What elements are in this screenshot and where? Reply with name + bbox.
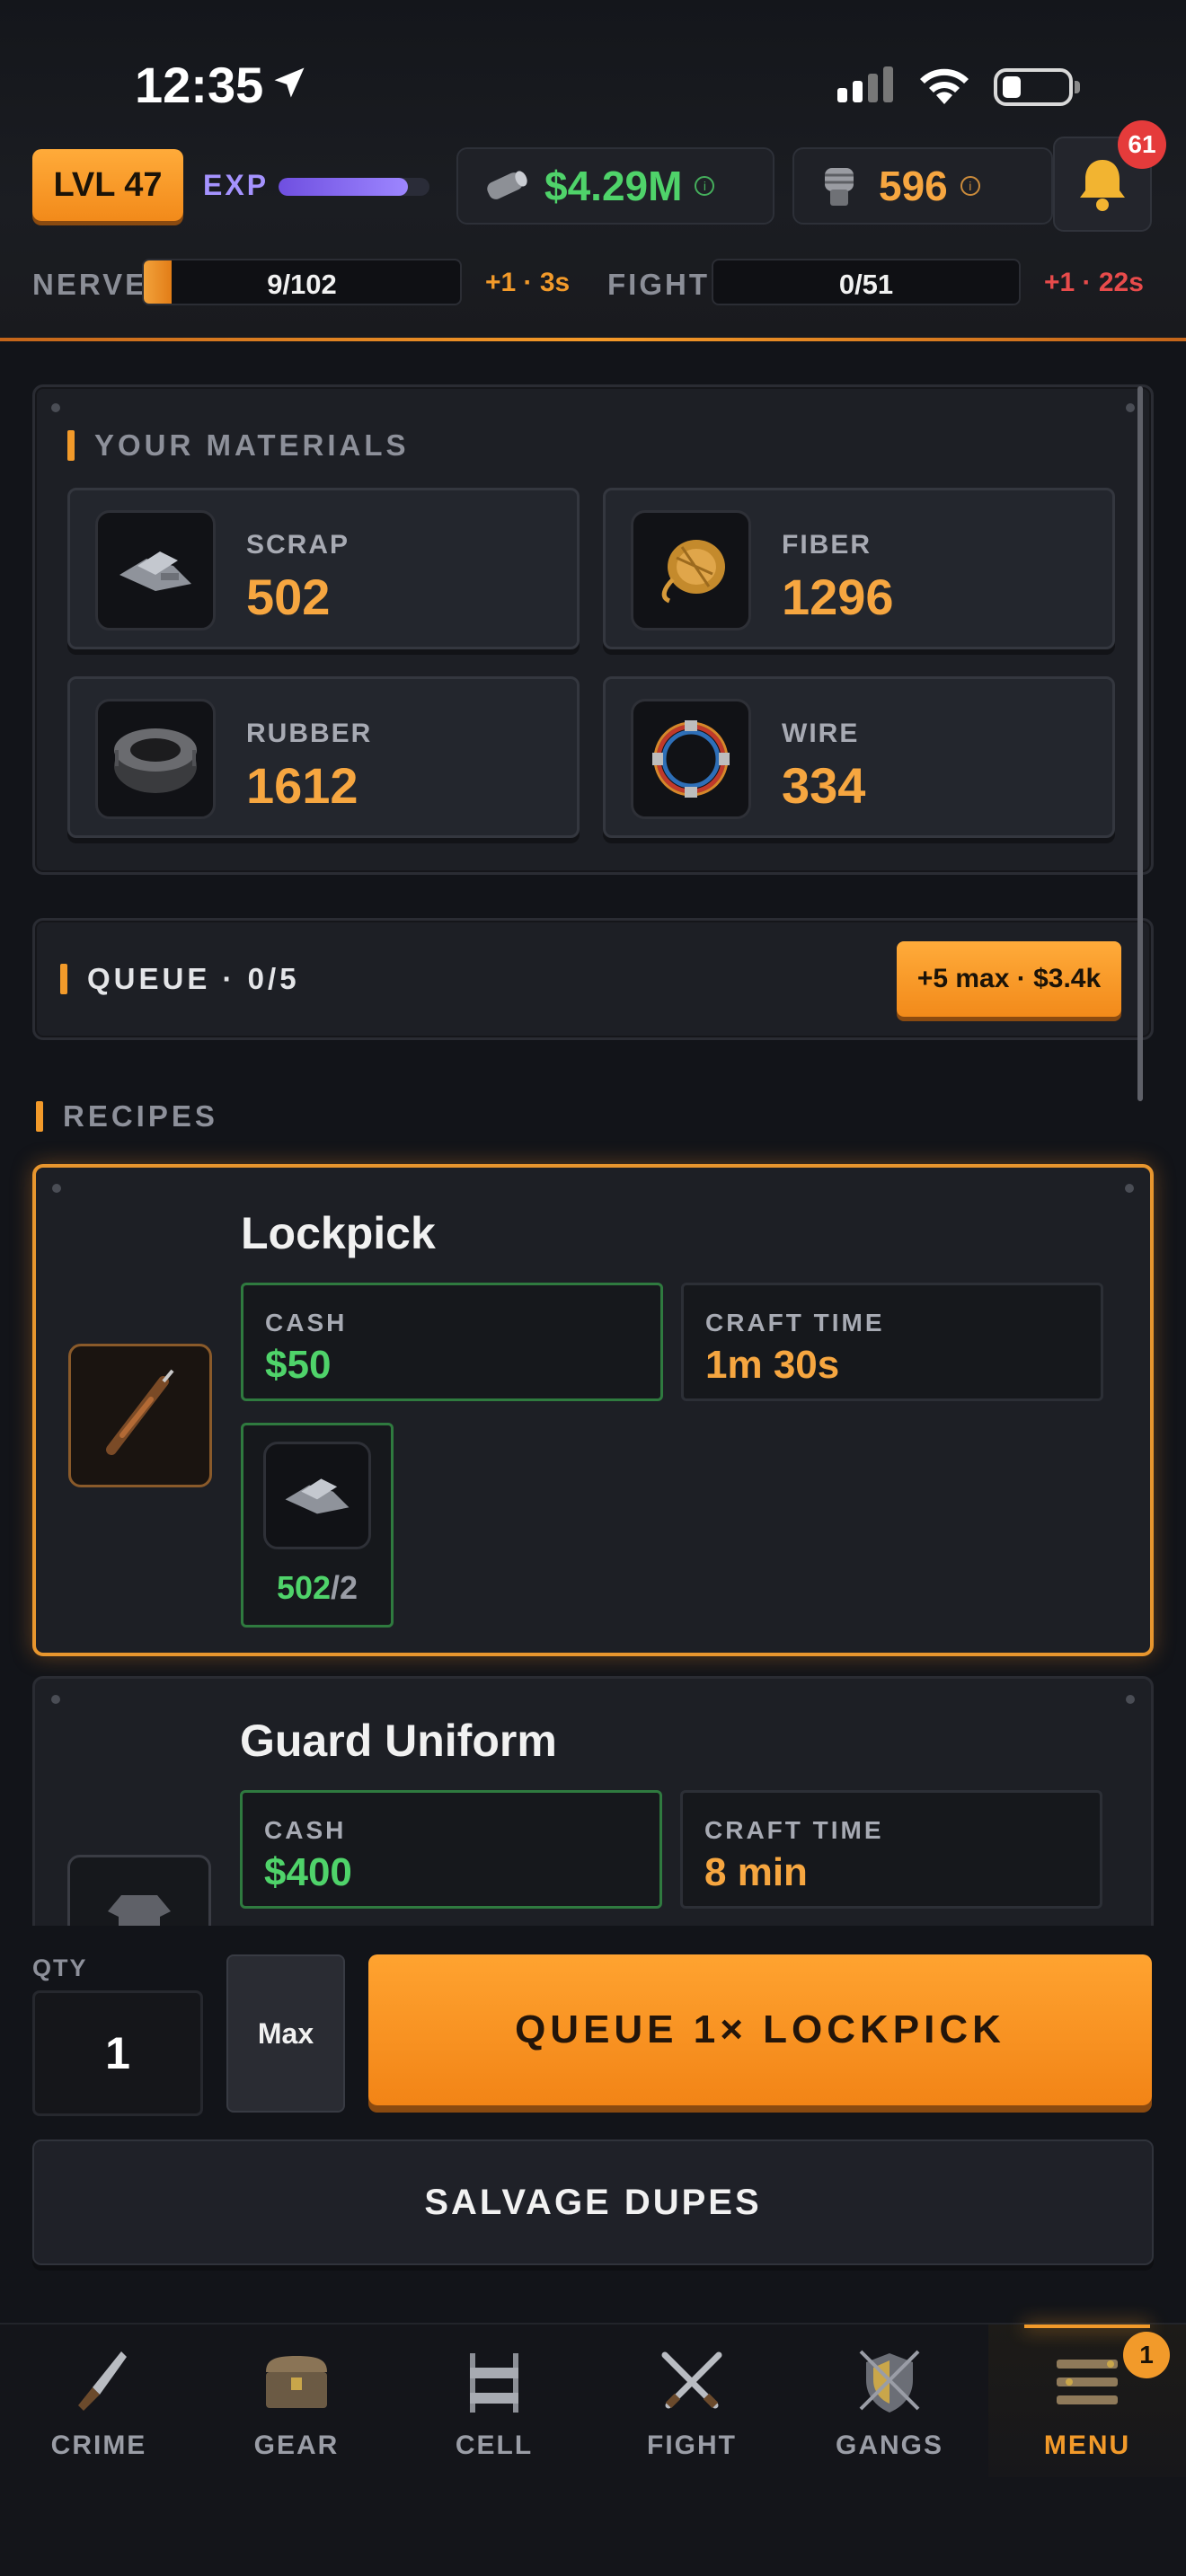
recipes-title: RECIPES	[36, 1099, 218, 1134]
cash-display[interactable]: $4.29M i	[456, 147, 774, 225]
material-count: 334	[782, 757, 866, 814]
strength-value: 596	[879, 163, 948, 209]
material-needed: /2	[331, 1569, 358, 1606]
cost-cash-cell: CASH $400	[240, 1790, 662, 1909]
craft-time-label: CRAFT TIME	[705, 1309, 885, 1337]
level-badge[interactable]: LVL 47	[32, 149, 183, 221]
tire-icon	[95, 699, 216, 819]
expand-queue-button[interactable]: +5 max · $3.4k	[897, 941, 1121, 1017]
craft-time-label: CRAFT TIME	[704, 1816, 884, 1844]
knife-icon	[67, 2344, 130, 2420]
materials-title: YOUR MATERIALS	[67, 428, 410, 463]
tab-label: GANGS	[835, 2430, 943, 2460]
chest-icon	[261, 2344, 332, 2420]
cash-label: CASH	[265, 1309, 348, 1337]
tab-label: CRIME	[50, 2430, 147, 2460]
materials-panel: YOUR MATERIALS SCRAP 502 FIBER 1296 RUBB…	[32, 384, 1154, 875]
material-count: 502	[246, 569, 331, 625]
lockpick-icon	[68, 1344, 212, 1487]
scrollbar[interactable]	[1137, 386, 1143, 1101]
recipe-name: Guard Uniform	[240, 1716, 557, 1766]
menu-icon	[1051, 2344, 1123, 2420]
material-card-wire: WIRE 334	[603, 676, 1115, 838]
tab-label: MENU	[1043, 2430, 1131, 2460]
cell-signal-icon	[837, 66, 893, 102]
nerve-label: NERVE	[32, 268, 148, 301]
strength-display[interactable]: 596 i	[792, 147, 1053, 225]
material-name: SCRAP	[246, 530, 350, 560]
menu-badge: 1	[1123, 2332, 1170, 2378]
tab-cell[interactable]: CELL	[395, 2325, 593, 2477]
material-card-rubber: RUBBER 1612	[67, 676, 580, 838]
tab-crime[interactable]: CRIME	[0, 2325, 198, 2477]
recipe-card-guard-uniform[interactable]: Guard Uniform CASH $400 CRAFT TIME 8 min	[32, 1676, 1154, 1926]
recipe-card-lockpick[interactable]: Lockpick CASH $50 CRAFT TIME 1m 30s 502/	[32, 1164, 1154, 1656]
material-card-scrap: SCRAP 502	[67, 488, 580, 649]
qty-label: QTY	[32, 1954, 88, 1981]
material-count: 1612	[246, 757, 358, 814]
notification-count-badge: 61	[1118, 120, 1166, 169]
fight-meter: 0/51	[712, 259, 1021, 305]
crossed-swords-icon	[658, 2344, 726, 2420]
nerve-regen: +1 · 3s	[485, 268, 571, 297]
status-clock: 12:35	[135, 57, 264, 113]
craft-time-cell: CRAFT TIME 8 min	[680, 1790, 1102, 1909]
battery-icon	[994, 68, 1080, 106]
max-quantity-button[interactable]: Max	[226, 1954, 345, 2113]
salvage-dupes-button[interactable]: SALVAGE DUPES	[32, 2139, 1154, 2265]
cash-roll-icon	[487, 171, 527, 199]
material-owned: 502	[276, 1569, 332, 1606]
cash-cost: $400	[264, 1850, 352, 1894]
tab-label: GEAR	[253, 2430, 340, 2460]
fight-label: FIGHT	[607, 268, 710, 301]
queue-status: QUEUE · 0/5	[60, 962, 300, 996]
tab-label: FIGHT	[647, 2430, 737, 2460]
material-count: 1296	[782, 569, 894, 625]
location-arrow-icon	[274, 67, 305, 98]
shield-icon	[855, 2344, 924, 2420]
fist-icon	[825, 168, 854, 206]
craft-time-cell: CRAFT TIME 1m 30s	[681, 1283, 1103, 1401]
queue-craft-button[interactable]: QUEUE 1× LOCKPICK	[368, 1954, 1152, 2105]
material-name: FIBER	[782, 530, 872, 560]
material-card-fiber: FIBER 1296	[603, 488, 1115, 649]
required-material-cell: 502/2	[241, 1423, 394, 1628]
cash-cost: $50	[265, 1343, 332, 1387]
cash-info-icon[interactable]: i	[695, 176, 715, 196]
bunk-icon	[463, 2344, 526, 2420]
material-name: WIRE	[782, 719, 860, 748]
uniform-icon	[67, 1855, 211, 1926]
cost-cash-cell: CASH $50	[241, 1283, 663, 1401]
tab-gangs[interactable]: GANGS	[791, 2325, 988, 2477]
craft-time: 1m 30s	[705, 1343, 840, 1387]
material-requirement: 502/2	[243, 1569, 391, 1607]
wire-bundle-icon	[631, 699, 751, 819]
top-header: 12:35 LVL 47 EXP $4.29M i 596 i 61 NERVE…	[0, 0, 1186, 341]
nerve-meter: 9/102	[142, 259, 462, 305]
tab-gear[interactable]: GEAR	[198, 2325, 395, 2477]
wifi-icon	[920, 68, 969, 104]
tab-label: CELL	[455, 2430, 534, 2460]
exp-label: EXP	[203, 169, 270, 201]
strength-info-icon[interactable]: i	[960, 176, 980, 196]
home-indicator-area	[0, 2515, 1186, 2576]
cash-label: CASH	[264, 1816, 347, 1844]
craft-time: 8 min	[704, 1850, 808, 1894]
energy-row: NERVE 9/102 +1 · 3s FIGHT 0/51 +1 · 22s	[0, 259, 1186, 307]
recipe-name: Lockpick	[241, 1208, 436, 1258]
material-name: RUBBER	[246, 719, 373, 748]
cash-value: $4.29M	[544, 163, 683, 209]
content-scroll-area[interactable]: YOUR MATERIALS SCRAP 502 FIBER 1296 RUBB…	[0, 345, 1186, 1926]
scrap-icon	[263, 1442, 371, 1549]
fight-value: 0/51	[838, 269, 894, 300]
fight-regen: +1 · 22s	[1044, 268, 1144, 297]
tab-fight[interactable]: FIGHT	[593, 2325, 791, 2477]
exp-progress-bar	[279, 178, 429, 196]
bell-icon	[1080, 160, 1125, 211]
scrap-icon	[95, 510, 216, 631]
fiber-spool-icon	[631, 510, 751, 631]
nerve-value: 9/102	[267, 269, 337, 300]
quantity-input[interactable]: 1	[32, 1990, 203, 2116]
